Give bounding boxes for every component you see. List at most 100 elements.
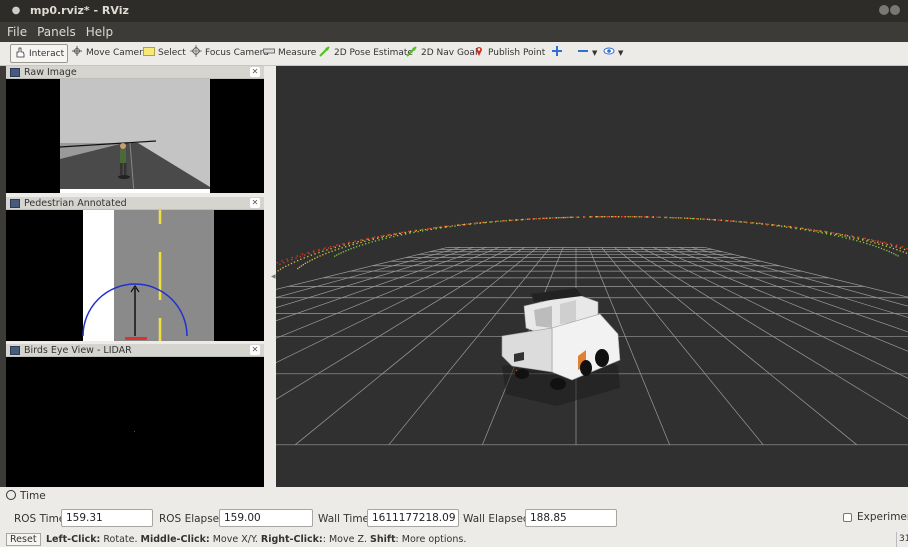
collapse-arrow-icon[interactable]: ◀: [271, 273, 276, 280]
lidar-point: [684, 217, 686, 219]
reset-button[interactable]: Reset: [6, 533, 41, 546]
lidar-point: [877, 240, 879, 242]
close-icon[interactable]: ✕: [250, 198, 260, 208]
lidar-point: [849, 238, 851, 240]
lidar-point: [354, 240, 356, 242]
lidar-point: [336, 254, 338, 256]
lidar-point: [383, 234, 385, 237]
title-bar: ● mp0.rviz* - RViz: [0, 0, 908, 22]
close-icon[interactable]: ✕: [250, 67, 260, 77]
image-panel-icon: [10, 199, 20, 208]
lidar-point: [697, 218, 699, 220]
interact-tool-button[interactable]: Interact: [10, 44, 69, 63]
remove-tool-button[interactable]: ▼: [574, 44, 600, 63]
lidar-point: [352, 242, 354, 244]
lidar-point: [371, 237, 373, 239]
menu-panels[interactable]: Panels: [32, 22, 81, 39]
lidar-point: [326, 249, 328, 251]
lidar-point: [837, 235, 840, 237]
lidar-point: [330, 248, 332, 250]
lidar-point: [839, 233, 841, 235]
move-camera-tool-button[interactable]: Move Camera: [68, 44, 151, 63]
lidar-point: [841, 234, 843, 236]
lidar-point: [656, 216, 658, 218]
lidar-point: [885, 245, 887, 247]
nav-goal-tool-button[interactable]: 2D Nav Goal: [403, 44, 480, 63]
lidar-point: [839, 234, 842, 236]
lidar-point: [311, 259, 313, 261]
lidar-point: [358, 245, 361, 247]
select-tool-button[interactable]: Select: [140, 44, 189, 63]
lidar-point: [866, 240, 868, 242]
close-icon[interactable]: ✕: [250, 345, 260, 355]
lidar-point: [617, 216, 620, 218]
lidar-point: [636, 216, 638, 218]
lidar-point: [297, 260, 299, 262]
lidar-point: [808, 230, 811, 232]
menu-help[interactable]: Help: [81, 22, 118, 39]
lidar-point: [788, 225, 790, 228]
experimental-checkbox[interactable]: [843, 513, 852, 522]
3d-render-view[interactable]: [276, 66, 908, 487]
view-options-button[interactable]: ▼: [600, 44, 626, 63]
lidar-point: [896, 249, 898, 251]
lidar-point: [602, 216, 604, 218]
close-icon[interactable]: [890, 5, 900, 15]
minimize-icon[interactable]: [879, 5, 889, 15]
panel-title-bar[interactable]: Raw Image ✕: [6, 66, 264, 79]
measure-tool-button[interactable]: Measure: [260, 44, 319, 63]
lidar-point: [330, 246, 332, 248]
dock-splitter[interactable]: ◀: [264, 66, 276, 487]
lidar-point: [567, 216, 569, 218]
lidar-point: [583, 216, 586, 218]
lidar-point: [883, 248, 885, 251]
lidar-point: [575, 216, 577, 218]
lidar-point: [743, 221, 745, 223]
lidar-point: [328, 251, 330, 253]
lidar-point: [730, 220, 732, 222]
lidar-point: [304, 254, 306, 256]
ros-time-field[interactable]: 159.31: [61, 509, 153, 527]
lidar-point: [338, 244, 340, 246]
lidar-point: [880, 241, 882, 243]
pose-estimate-tool-button[interactable]: 2D Pose Estimate: [316, 44, 416, 63]
lidar-point: [468, 223, 470, 225]
lidar-point: [525, 218, 527, 220]
lidar-point: [309, 260, 311, 262]
menu-file[interactable]: File: [0, 22, 32, 39]
lidar-point: [640, 216, 642, 218]
panel-title-bar[interactable]: Pedestrian Annotated ✕: [6, 197, 264, 210]
ros-elapsed-field[interactable]: 159.00: [219, 509, 313, 527]
lidar-point: [282, 267, 284, 269]
lidar-point: [556, 217, 558, 219]
lidar-point: [347, 249, 350, 251]
wall-time-field[interactable]: 1611177218.09: [367, 509, 459, 527]
lidar-point: [872, 240, 874, 242]
lidar-point: [364, 240, 366, 242]
lidar-point: [672, 217, 674, 219]
add-tool-button[interactable]: [548, 44, 569, 63]
lidar-point: [561, 216, 563, 219]
lidar-point: [307, 252, 309, 254]
publish-point-tool-button[interactable]: Publish Point: [470, 44, 548, 63]
lidar-point: [470, 223, 472, 225]
lidar-point: [361, 244, 364, 246]
dropdown-arrow-icon: ▼: [592, 49, 598, 57]
lidar-point: [368, 239, 370, 241]
lidar-point: [397, 235, 399, 237]
lidar-point: [666, 216, 668, 219]
lidar-point: [746, 221, 748, 223]
lidar-point: [868, 238, 871, 241]
wall-elapsed-field[interactable]: 188.85: [525, 509, 617, 527]
lidar-point: [414, 229, 417, 231]
lidar-point: [727, 220, 729, 222]
panel-title-bar[interactable]: Birds Eye View - LIDAR ✕: [6, 344, 264, 357]
image-panel-icon: [10, 346, 20, 355]
lidar-point: [340, 252, 342, 254]
lidar-point: [365, 238, 368, 240]
lidar-point: [371, 241, 373, 243]
lidar-point: [377, 236, 379, 238]
window-menu-icon[interactable]: ●: [10, 5, 22, 17]
lidar-point: [871, 239, 873, 241]
lidar-point: [522, 218, 524, 221]
